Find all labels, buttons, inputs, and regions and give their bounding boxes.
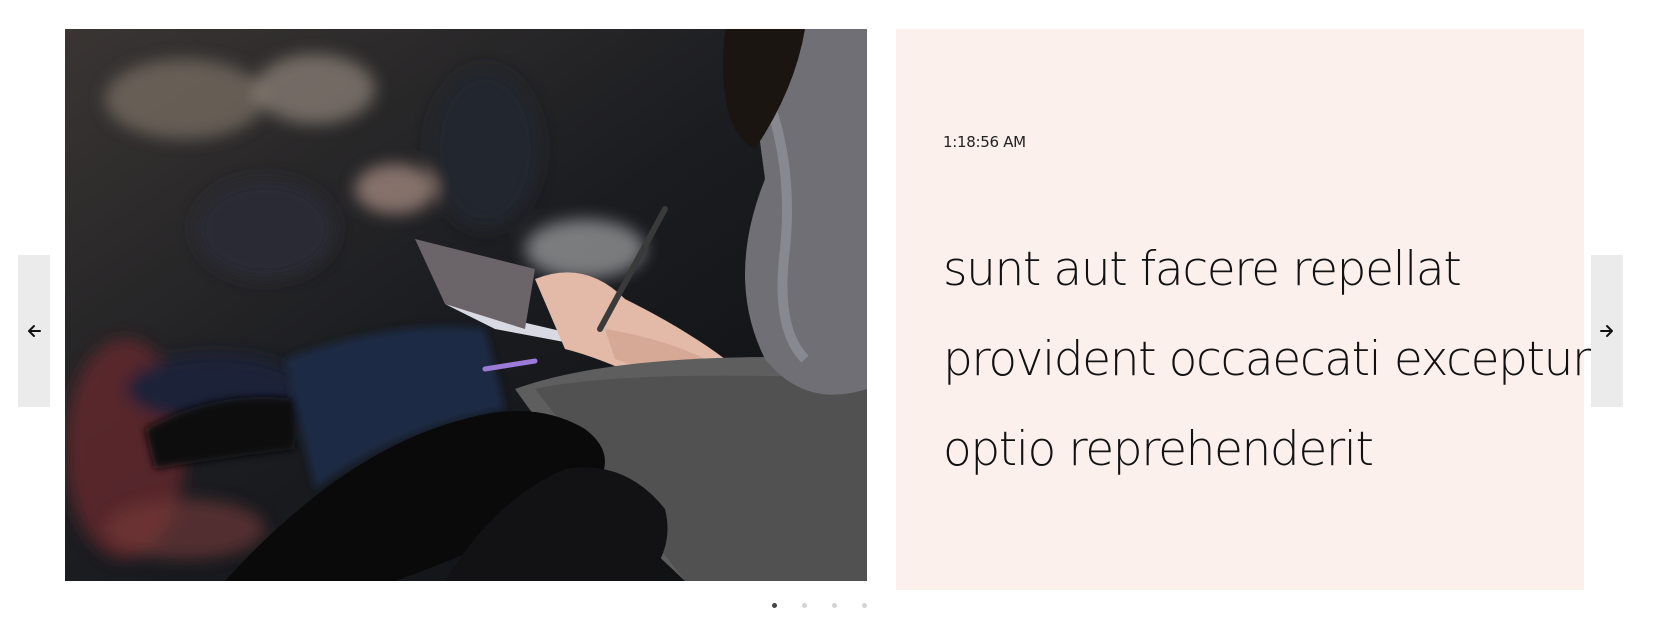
carousel-next-button[interactable] bbox=[1591, 255, 1623, 407]
carousel-prev-button[interactable] bbox=[18, 255, 50, 407]
carousel-dot[interactable] bbox=[832, 602, 837, 608]
slide-title: sunt aut facere repellat provident occae… bbox=[943, 225, 1603, 495]
carousel-dot[interactable] bbox=[802, 602, 807, 608]
carousel-dot[interactable] bbox=[772, 602, 777, 608]
slide-image bbox=[65, 29, 867, 581]
arrow-left-icon bbox=[28, 325, 41, 337]
arrow-right-icon bbox=[1600, 325, 1613, 337]
slide-content-panel: 1:18:56 AM sunt aut facere repellat prov… bbox=[896, 29, 1603, 590]
carousel-dot[interactable] bbox=[862, 602, 867, 608]
slide-timestamp: 1:18:56 AM bbox=[943, 133, 1026, 151]
slide-title-line: provident occaecati excepturi bbox=[943, 332, 1603, 387]
carousel-pagination bbox=[772, 601, 867, 609]
slide-title-line: sunt aut facere repellat bbox=[943, 242, 1462, 297]
slide-title-line: optio reprehenderit bbox=[943, 422, 1374, 477]
